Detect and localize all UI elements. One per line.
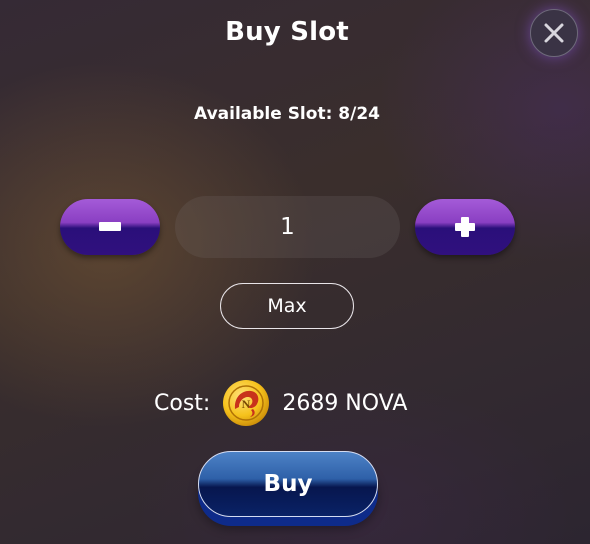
cost-amount: 2689 NOVA — [282, 390, 408, 416]
minus-icon — [99, 222, 121, 231]
close-button[interactable] — [530, 9, 578, 57]
cost-row: Cost: N 2689 NOVA — [154, 377, 407, 429]
plus-icon — [455, 217, 475, 237]
cost-label: Cost: — [154, 390, 211, 416]
available-slot-label: Available Slot: 8/24 — [194, 104, 380, 124]
decrement-button[interactable] — [60, 199, 160, 255]
nova-coin-icon: N — [223, 380, 270, 426]
max-button[interactable]: Max — [220, 283, 354, 329]
buy-slot-dialog: Buy Slot Available Slot: 8/24 1 Max Cost… — [0, 0, 590, 544]
buy-button[interactable]: Buy — [198, 451, 378, 517]
close-icon — [544, 23, 564, 43]
quantity-input[interactable]: 1 — [175, 196, 400, 258]
svg-text:N: N — [242, 397, 251, 411]
dialog-title: Buy Slot — [225, 17, 349, 47]
increment-button[interactable] — [415, 199, 515, 255]
